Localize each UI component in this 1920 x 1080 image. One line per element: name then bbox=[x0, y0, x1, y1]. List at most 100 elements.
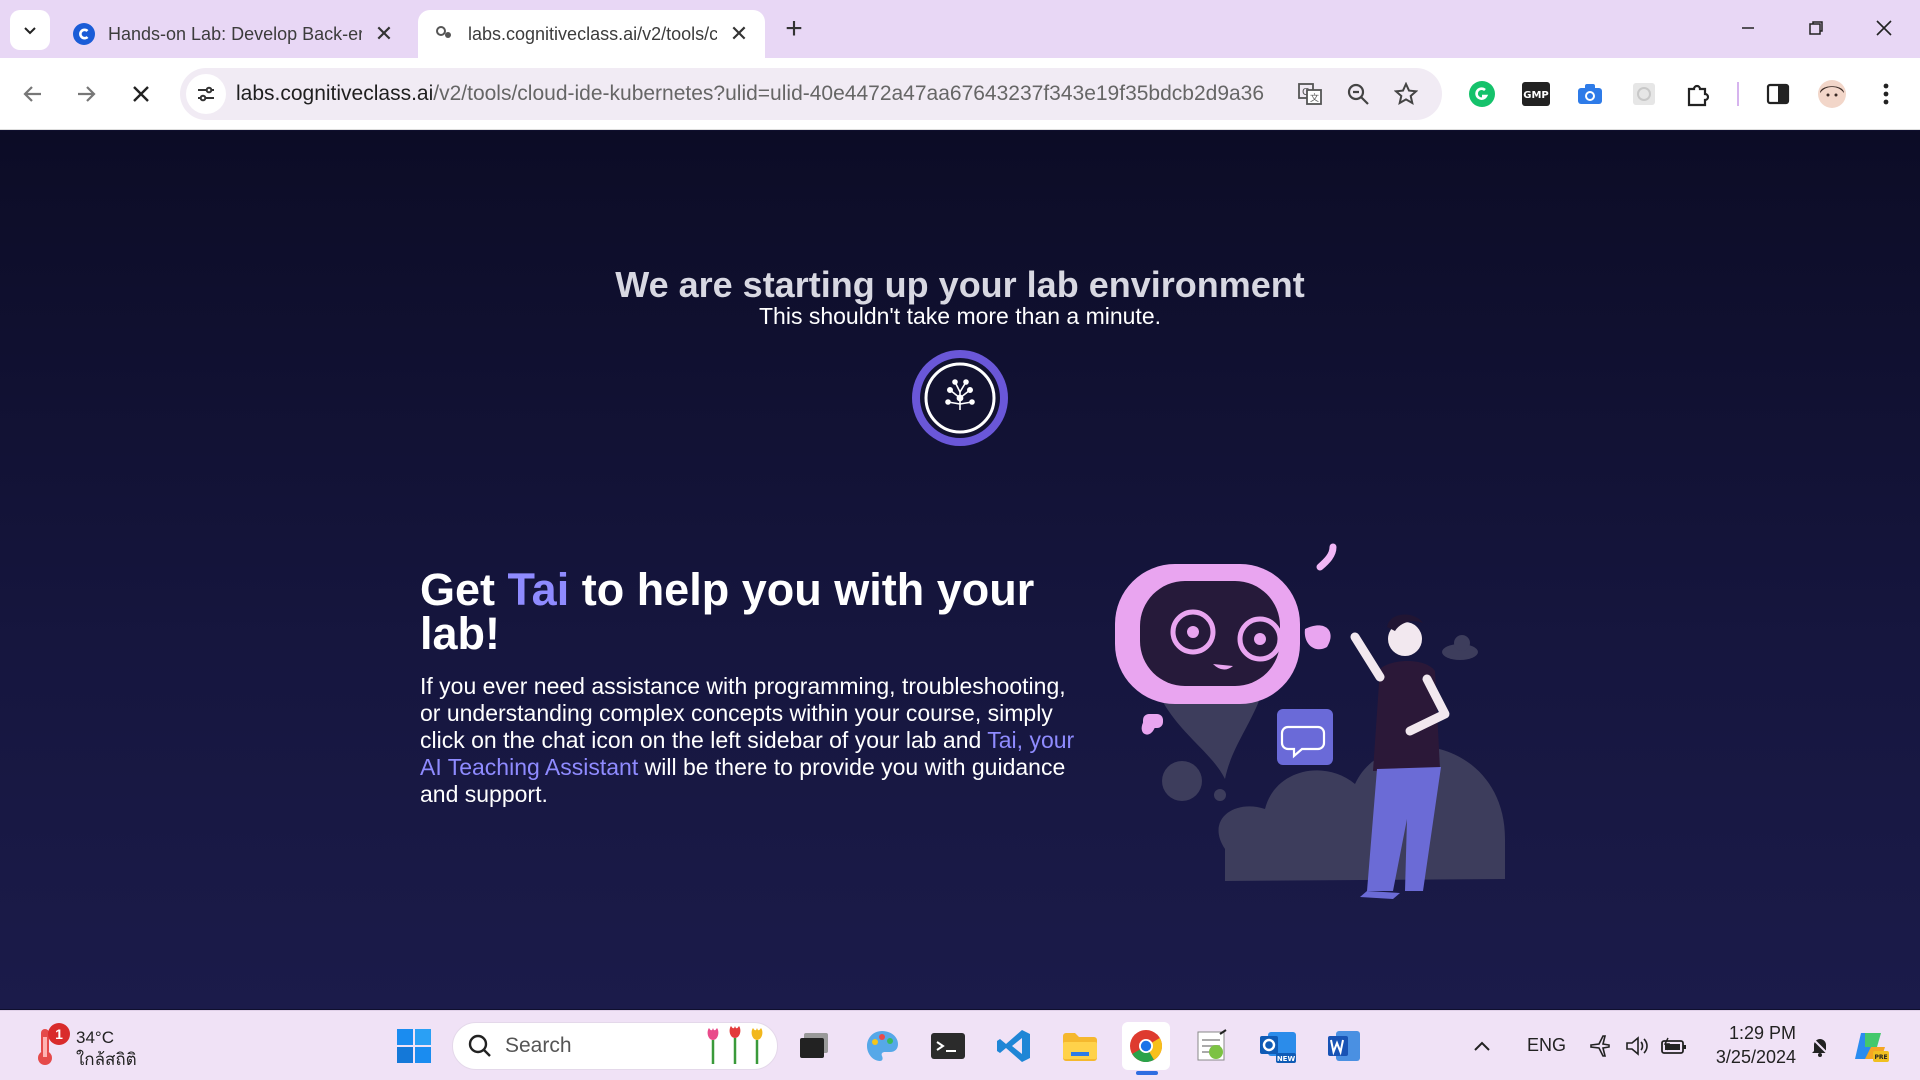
file-explorer-button[interactable] bbox=[1056, 1022, 1104, 1070]
tulips-icon bbox=[707, 1026, 763, 1064]
terminal-icon bbox=[931, 1033, 965, 1059]
loading-spinner-icon bbox=[912, 350, 1008, 446]
arrow-left-icon bbox=[23, 86, 41, 102]
task-view-button[interactable] bbox=[790, 1022, 838, 1070]
forward-button[interactable] bbox=[66, 74, 106, 114]
tab-title: labs.cognitiveclass.ai/v2/tools/c bbox=[468, 23, 717, 44]
url-path: /v2/tools/cloud-ide-kubernetes?ulid=ulid… bbox=[433, 82, 1265, 105]
url-host: labs.cognitiveclass.ai bbox=[236, 82, 434, 105]
minimize-button[interactable] bbox=[1720, 8, 1776, 48]
tai-body-part1: If you ever need assistance with program… bbox=[420, 673, 1066, 753]
weather-temp: 34°C bbox=[76, 1028, 114, 1047]
extension-grey-icon[interactable] bbox=[1626, 76, 1662, 112]
translate-icon[interactable]: G文 bbox=[1294, 78, 1326, 110]
clock[interactable]: 1:29 PM 3/25/2024 bbox=[1712, 1021, 1796, 1069]
gmp-label: GMP bbox=[1523, 90, 1549, 101]
tai-description: If you ever need assistance with program… bbox=[420, 673, 1080, 808]
weather-widget[interactable]: 1 34°C ใกล้สถิติ bbox=[28, 1021, 158, 1071]
restore-button[interactable] bbox=[1788, 8, 1844, 48]
copilot-button[interactable]: PRE bbox=[1846, 1022, 1894, 1070]
lab-loading-page: We are starting up your lab environment … bbox=[0, 131, 1920, 1009]
url-text[interactable]: labs.cognitiveclass.ai/v2/tools/cloud-id… bbox=[236, 82, 1276, 106]
airplane-mode-icon[interactable] bbox=[1584, 1022, 1618, 1070]
cloud-shape bbox=[1218, 746, 1505, 881]
language-indicator[interactable]: ENG bbox=[1527, 1035, 1566, 1056]
taskbar-search[interactable]: Search bbox=[452, 1022, 778, 1070]
tab-title: Hands-on Lab: Develop Back-er bbox=[108, 23, 362, 44]
chrome-app-button[interactable] bbox=[1122, 1022, 1170, 1070]
svg-text:PRE: PRE bbox=[1874, 1054, 1887, 1061]
close-icon bbox=[1876, 20, 1892, 36]
battery-icon[interactable] bbox=[1656, 1022, 1692, 1070]
start-button[interactable] bbox=[390, 1022, 438, 1070]
tab-hands-on-lab[interactable]: Hands-on Lab: Develop Back-er ✕ bbox=[58, 10, 410, 58]
address-bar[interactable]: labs.cognitiveclass.ai/v2/tools/cloud-id… bbox=[180, 68, 1442, 120]
bookmark-star-icon[interactable] bbox=[1390, 78, 1422, 110]
windows-logo-icon bbox=[397, 1029, 431, 1063]
stop-loading-button[interactable] bbox=[121, 74, 161, 114]
weather-desc: ใกล้สถิติ bbox=[76, 1050, 137, 1069]
word-app-button[interactable] bbox=[1320, 1022, 1368, 1070]
back-button[interactable] bbox=[13, 74, 53, 114]
outlook-app-button[interactable]: NEW bbox=[1254, 1022, 1302, 1070]
arrow-right-icon bbox=[78, 86, 96, 102]
loading-favicon-icon bbox=[432, 22, 456, 46]
chrome-icon bbox=[1130, 1030, 1162, 1063]
gmp-icon[interactable]: GMP bbox=[1518, 76, 1554, 112]
search-icon bbox=[468, 1034, 491, 1057]
new-tab-button[interactable]: + bbox=[778, 14, 810, 46]
task-view-icon bbox=[800, 1033, 828, 1058]
browser-toolbar: labs.cognitiveclass.ai/v2/tools/cloud-id… bbox=[0, 58, 1920, 130]
restore-icon bbox=[1809, 21, 1823, 35]
vscode-icon bbox=[997, 1030, 1030, 1062]
weather-alert-badge: 1 bbox=[48, 1023, 70, 1045]
minimize-icon bbox=[1742, 27, 1754, 29]
taskbar: 1 34°C ใกล้สถิติ Search NEW ENG 1:29 PM … bbox=[0, 1010, 1920, 1080]
weather-text: 34°C ใกล้สถิติ bbox=[76, 1027, 137, 1071]
svg-text:NEW: NEW bbox=[1277, 1055, 1296, 1063]
copilot-icon: PRE bbox=[1855, 1033, 1889, 1062]
tab-strip: Hands-on Lab: Develop Back-er ✕ labs.cog… bbox=[0, 0, 1920, 58]
notifications-bell-icon[interactable] bbox=[1802, 1022, 1838, 1070]
side-panel-icon[interactable] bbox=[1760, 76, 1796, 112]
tai-heading: Get Tai to help you with your lab! bbox=[420, 567, 1080, 656]
page-title: We are starting up your lab environment bbox=[615, 264, 1305, 305]
camera-icon[interactable] bbox=[1572, 76, 1608, 112]
volume-icon[interactable] bbox=[1620, 1022, 1654, 1070]
page-subtitle: This shouldn't take more than a minute. bbox=[759, 303, 1161, 329]
coursera-favicon-icon bbox=[72, 22, 96, 46]
svg-text:文: 文 bbox=[1310, 92, 1319, 104]
tune-icon bbox=[198, 86, 214, 102]
chevron-down-icon bbox=[24, 27, 36, 35]
notepad-app-button[interactable] bbox=[1188, 1022, 1236, 1070]
tab-search-button[interactable] bbox=[10, 10, 50, 50]
close-icon bbox=[133, 86, 149, 102]
close-tab-icon[interactable]: ✕ bbox=[727, 22, 751, 46]
notepad-frog-icon bbox=[1197, 1029, 1227, 1061]
site-info-button[interactable] bbox=[186, 74, 226, 114]
close-window-button[interactable] bbox=[1856, 8, 1912, 48]
clock-date: 3/25/2024 bbox=[1715, 1047, 1796, 1067]
toolbar-divider bbox=[1737, 82, 1739, 106]
outlook-new-icon: NEW bbox=[1260, 1032, 1296, 1063]
tab-labs-cognitiveclass[interactable]: labs.cognitiveclass.ai/v2/tools/c ✕ bbox=[418, 10, 765, 58]
grammarly-icon[interactable] bbox=[1464, 76, 1500, 112]
paint-app-button[interactable] bbox=[858, 1022, 906, 1070]
close-tab-icon[interactable]: ✕ bbox=[372, 22, 396, 46]
tai-name: Tai bbox=[507, 564, 570, 615]
avatar[interactable] bbox=[1814, 76, 1850, 112]
search-placeholder: Search bbox=[505, 1034, 572, 1057]
active-app-indicator bbox=[1136, 1071, 1158, 1075]
show-hidden-icons-button[interactable] bbox=[1464, 1022, 1500, 1070]
tai-robot-illustration bbox=[1115, 543, 1505, 899]
clock-time: 1:29 PM bbox=[1728, 1023, 1796, 1043]
word-icon bbox=[1328, 1031, 1360, 1061]
zoom-icon[interactable] bbox=[1342, 78, 1374, 110]
palette-icon bbox=[867, 1031, 898, 1061]
folder-icon bbox=[1063, 1033, 1097, 1061]
menu-kebab-icon[interactable] bbox=[1868, 76, 1904, 112]
puzzle-icon[interactable] bbox=[1680, 76, 1716, 112]
chevron-up-icon bbox=[1474, 1041, 1490, 1051]
terminal-app-button[interactable] bbox=[924, 1022, 972, 1070]
vscode-app-button[interactable] bbox=[990, 1022, 1038, 1070]
